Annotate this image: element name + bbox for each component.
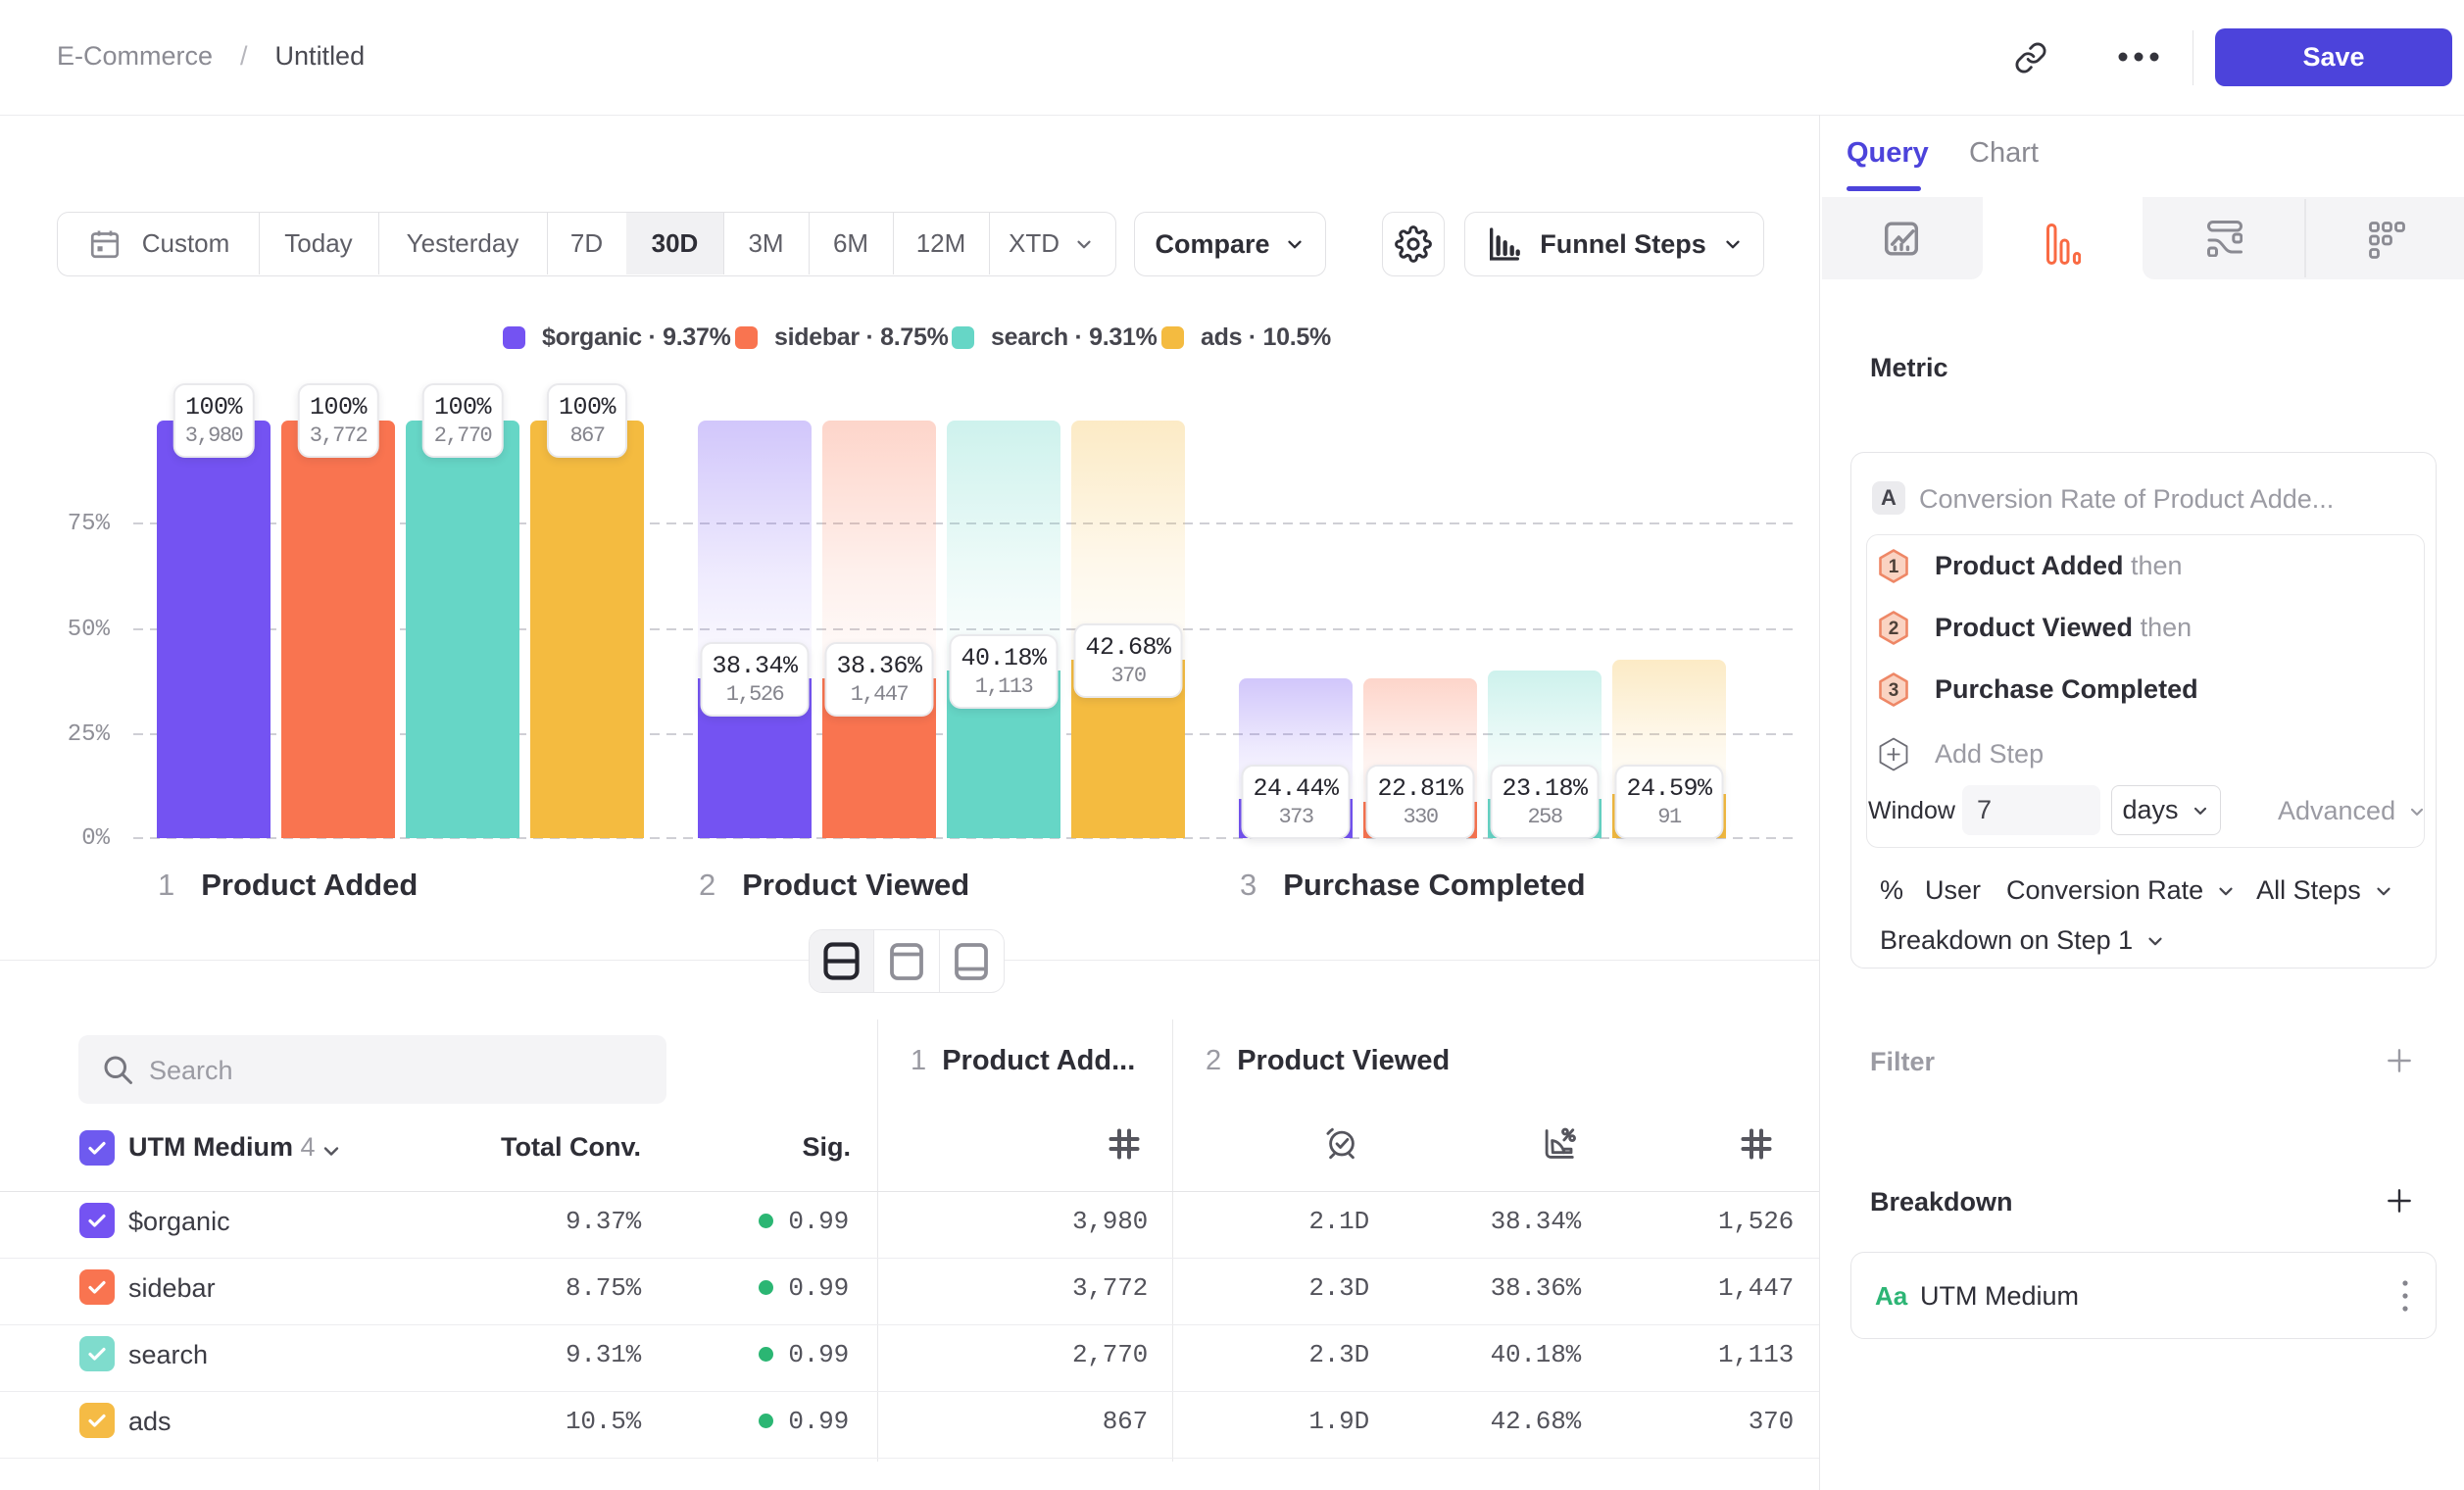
svg-text:1: 1	[1889, 557, 1899, 577]
svg-text:3: 3	[1889, 680, 1899, 701]
svg-text:2: 2	[1889, 619, 1899, 639]
